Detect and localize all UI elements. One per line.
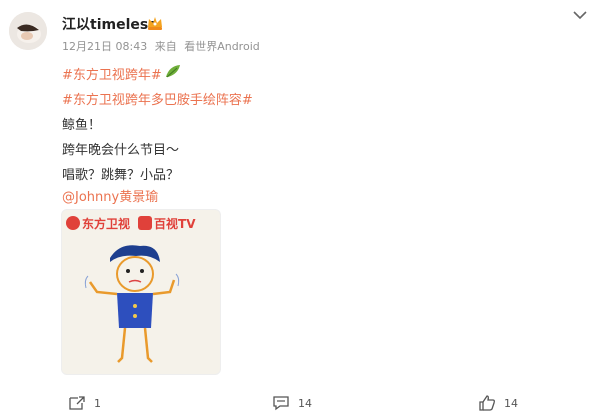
comment-button[interactable]: 14 [272, 395, 312, 411]
topic-link-dragon-tv-newyear[interactable]: #东方卫视跨年# [62, 64, 162, 83]
comment-count: 14 [298, 396, 312, 410]
avatar[interactable] [9, 12, 47, 50]
topic-link-handdrawn-lineup[interactable]: #东方卫视跨年多巴胺手绘阵容# [62, 89, 253, 108]
repost-button[interactable]: 1 [68, 395, 101, 411]
bestv-logo-icon [138, 216, 153, 230]
leaf-icon [166, 65, 180, 78]
like-icon [479, 395, 495, 411]
author-name[interactable]: 江以timeless [62, 14, 157, 34]
mention-link[interactable]: @Johnny黄景瑜 [62, 186, 158, 205]
repost-icon [69, 396, 85, 410]
post-time[interactable]: 12月21日 08:43 [62, 40, 147, 53]
repost-count: 1 [94, 396, 101, 410]
like-button[interactable]: 14 [478, 395, 518, 411]
handdrawn-figure [84, 245, 180, 363]
post-image[interactable]: 东方卫视 百视TV [61, 209, 221, 375]
post-text-line: 跨年晚会什么节目～ [62, 143, 180, 158]
logo-right-text: 百视TV [154, 216, 196, 231]
comment-icon [273, 396, 289, 411]
logo-left-text: 东方卫视 [82, 216, 131, 231]
crown-icon [148, 17, 162, 30]
source-prefix: 来自 [154, 40, 177, 53]
post-source: 看世界Android [184, 40, 260, 53]
like-count: 14 [504, 396, 518, 410]
dragon-tv-logo-icon [66, 216, 80, 230]
post-text-line: 鲸鱼！ [62, 118, 102, 133]
chevron-down-icon[interactable] [572, 8, 588, 22]
post-text-line: 唱歌？跳舞？小品？ [62, 168, 180, 183]
post-meta: 12月21日 08:43 来自 看世界Android [62, 38, 264, 54]
